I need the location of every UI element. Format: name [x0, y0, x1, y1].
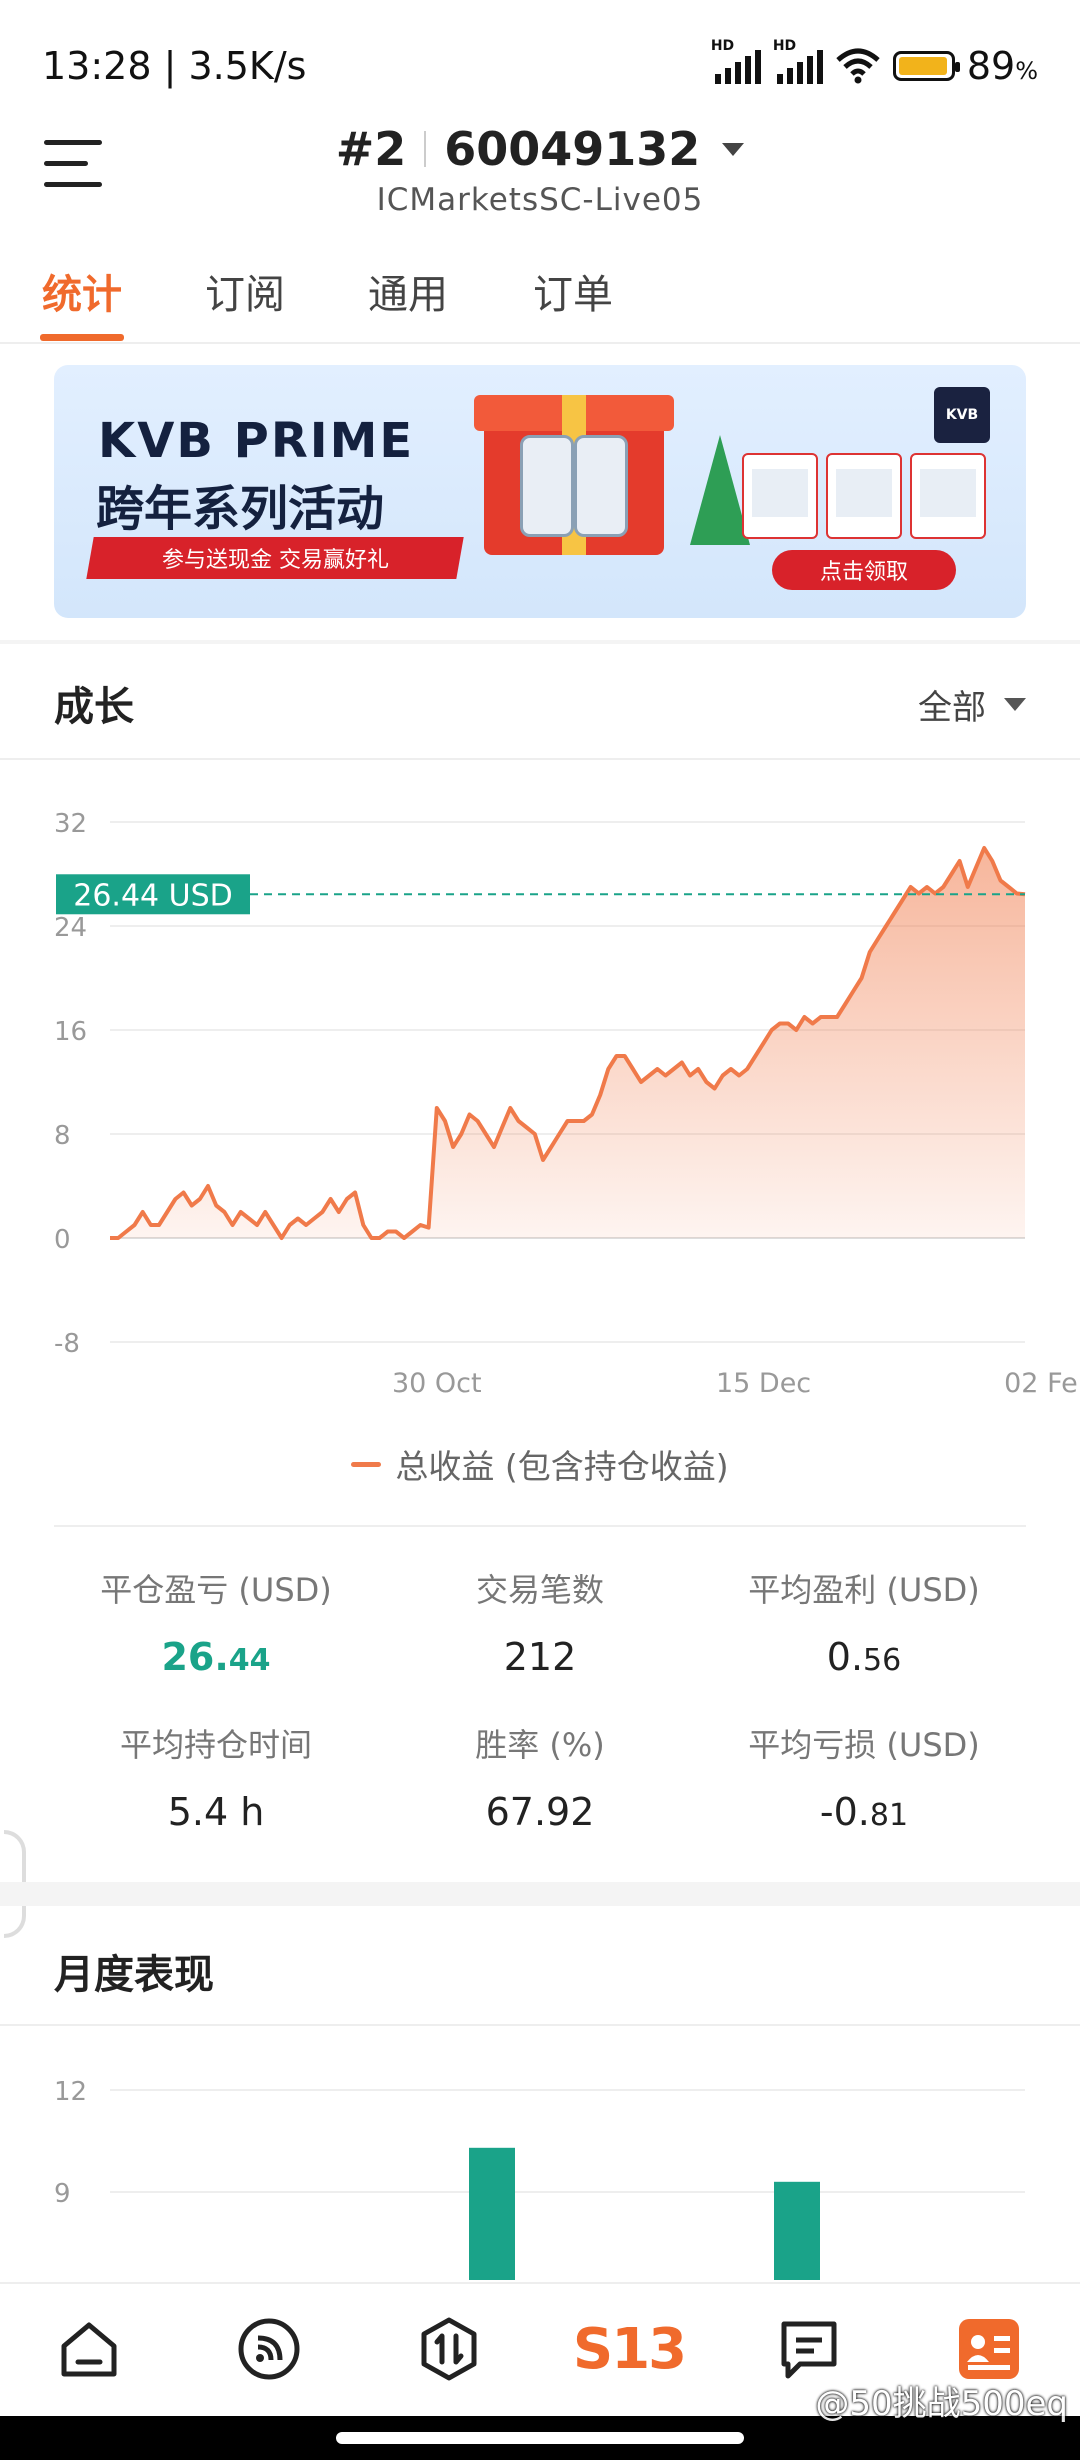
banner-title: KVB PRIME [98, 413, 415, 469]
prize-card [910, 453, 986, 539]
y-tick-label: 24 [54, 913, 87, 943]
x-tick-label: 02 Feb [1004, 1368, 1080, 1399]
y-tick-label: 32 [54, 809, 87, 839]
tab-general[interactable]: 通用 [368, 262, 448, 320]
phone-image [520, 435, 574, 537]
stat-value: 0.56 [826, 1635, 902, 1679]
stat-label: 平均亏损 (USD) [748, 1726, 980, 1764]
banner-ribbon: 参与送现金 交易赢好礼 [86, 537, 464, 579]
claim-button[interactable]: 点击领取 [772, 550, 956, 590]
stat-closed-pnl: 平仓盈亏 (USD) 26.44 [54, 1565, 378, 1679]
stat-label: 平均盈利 (USD) [748, 1571, 980, 1609]
section-divider [0, 1882, 1080, 1906]
tab-stats[interactable]: 统计 [42, 262, 122, 320]
y-tick-label: 9 [54, 2179, 71, 2209]
y-tick-label: -8 [54, 1329, 80, 1359]
status-time-speed: 13:28 | 3.5K/s [42, 44, 307, 88]
stat-avg-loss: 平均亏损 (USD) -0.81 [702, 1720, 1026, 1834]
wifi-icon [836, 48, 880, 84]
current-value-label: 26.44 USD [73, 878, 233, 913]
monthly-title: 月度表现 [54, 1952, 214, 1998]
x-tick-label: 15 Dec [716, 1368, 811, 1399]
y-tick-label: 12 [54, 2077, 87, 2107]
monthly-chart[interactable]: 12 9 [0, 2020, 1080, 2280]
stat-label: 平仓盈亏 (USD) [100, 1571, 332, 1609]
nav-trade[interactable] [414, 2314, 484, 2384]
nav-profile[interactable] [954, 2314, 1024, 2384]
tab-subscribe[interactable]: 订阅 [205, 262, 285, 320]
trade-icon [421, 2317, 477, 2381]
nav-s13[interactable]: S13 [572, 2314, 687, 2384]
month-bar [774, 2181, 820, 2280]
chart-legend: 总收益 (包含持仓收益) [0, 1440, 1080, 1488]
period-filter[interactable]: 全部 [918, 680, 1026, 729]
section-divider [0, 640, 1080, 644]
battery-percent: 89% [966, 44, 1038, 88]
stat-avg-hold-time: 平均持仓时间 5.4 h [54, 1720, 378, 1834]
growth-chart[interactable]: 32 24 16 8 0 -8 26.44 USD 30 Oct 15 Dec 02 Feb [0, 780, 1080, 1420]
account-rank: #2 [335, 122, 407, 176]
stat-label: 平均持仓时间 [119, 1726, 312, 1764]
home-gesture-bar[interactable] [336, 2432, 744, 2444]
stat-trade-count: 交易笔数 212 [378, 1565, 702, 1679]
watermark: @50挑战500eq [815, 2384, 1068, 2424]
signal-feed-icon [238, 2318, 300, 2380]
server-name: ICMarketsSC-Live05 [376, 182, 704, 218]
tab-bar: 统计 订阅 通用 订单 [0, 250, 1080, 344]
y-tick-label: 16 [54, 1017, 87, 1047]
growth-title: 成长 [54, 684, 134, 730]
cell-signal-icon: HD [773, 38, 823, 84]
status-icons: HD HD 89% [711, 38, 1038, 88]
nav-home[interactable] [54, 2314, 124, 2384]
network-speed: 3.5K/s [188, 44, 307, 88]
account-number: 60049132 [444, 122, 701, 176]
battery-icon [892, 51, 960, 81]
status-time: 13:28 [42, 44, 152, 88]
account-selector[interactable]: #2 60049132 ICMarketsSC-Live05 [0, 120, 1080, 218]
stat-label: 交易笔数 [475, 1571, 604, 1609]
banner-subtitle: 跨年系列活动 [96, 481, 385, 537]
profile-card-icon [959, 2319, 1019, 2379]
x-tick-label: 30 Oct [392, 1368, 482, 1399]
month-bar [469, 2147, 515, 2280]
tab-orders[interactable]: 订单 [533, 262, 613, 320]
chevron-down-icon [1004, 698, 1026, 711]
active-tab-indicator [40, 334, 124, 341]
stat-label: 胜率 (%) [475, 1726, 605, 1764]
stat-value: 5.4 h [167, 1790, 265, 1834]
stat-win-rate: 胜率 (%) 67.92 [378, 1720, 702, 1834]
stat-avg-profit: 平均盈利 (USD) 0.56 [702, 1565, 1026, 1679]
prize-card [826, 453, 902, 539]
y-tick-label: 0 [54, 1225, 71, 1255]
chevron-down-icon [722, 142, 745, 156]
period-filter-label: 全部 [918, 688, 986, 728]
home-icon [61, 2322, 117, 2377]
stat-value: 67.92 [485, 1790, 595, 1834]
cell-signal-icon: HD [711, 38, 761, 84]
stat-value: 212 [503, 1635, 577, 1679]
phone-image [574, 435, 628, 537]
status-bar: 13:28 | 3.5K/s HD HD 89% [0, 0, 1080, 120]
prize-card [742, 453, 818, 539]
stat-value: 26.44 [161, 1635, 271, 1679]
christmas-tree-image [690, 435, 750, 545]
y-tick-label: 8 [54, 1121, 71, 1151]
nav-signals[interactable] [234, 2314, 304, 2384]
kvb-logo: KVB [934, 387, 990, 443]
s13-logo-icon: S13 [572, 2316, 687, 2382]
promo-banner[interactable]: KVB PRIME 跨年系列活动 参与送现金 交易赢好礼 点击领取 KVB [54, 365, 1026, 618]
divider [0, 758, 1080, 760]
legend-swatch [351, 1461, 382, 1467]
divider [54, 1525, 1026, 1527]
nav-messages[interactable] [774, 2314, 844, 2384]
app-header: #2 60049132 ICMarketsSC-Live05 [0, 120, 1080, 240]
stat-value: -0.81 [819, 1790, 909, 1834]
legend-label: 总收益 (包含持仓收益) [395, 1447, 729, 1486]
messages-icon [781, 2321, 837, 2379]
